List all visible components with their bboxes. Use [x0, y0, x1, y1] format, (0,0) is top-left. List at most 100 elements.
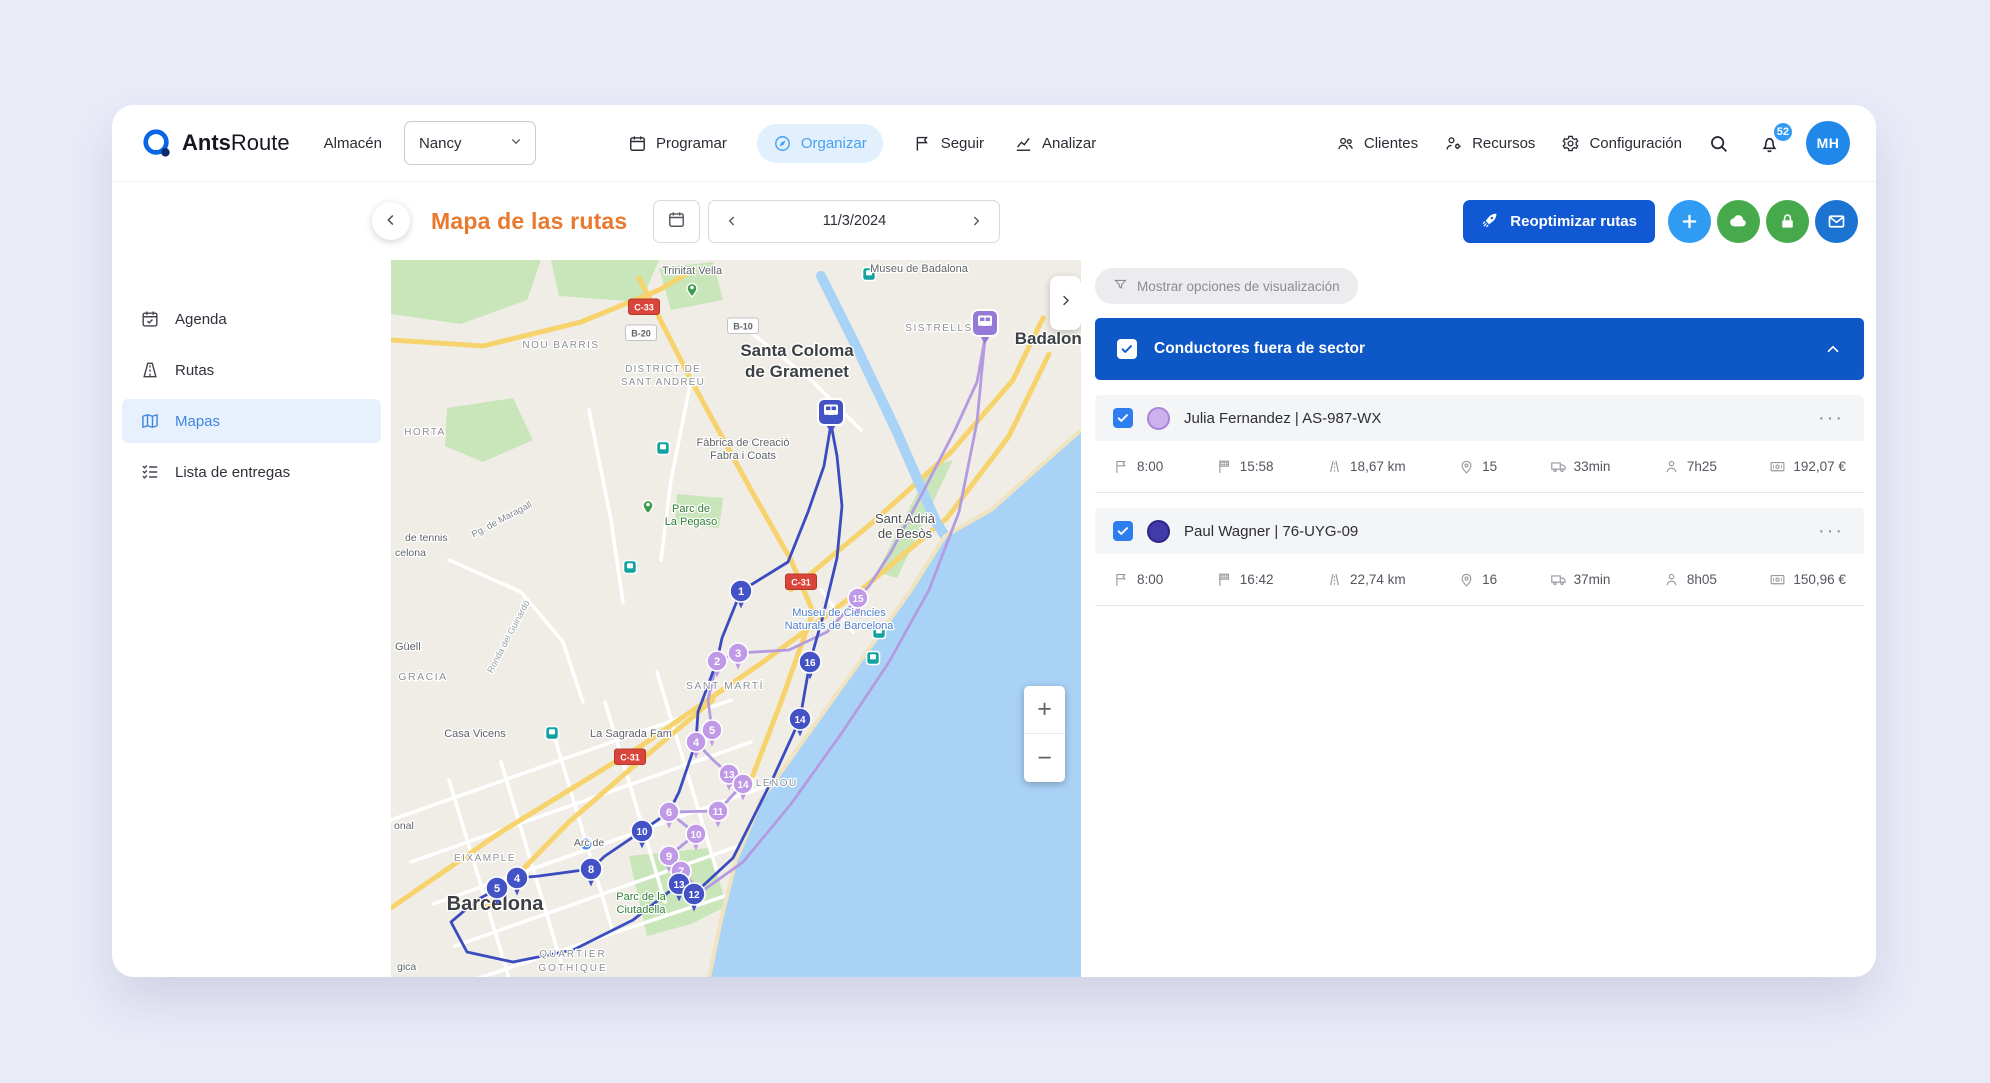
rocket-icon [1481, 210, 1500, 233]
svg-text:9: 9 [666, 851, 672, 863]
stat-truck: 33min [1550, 458, 1610, 475]
stat-cost: 150,96 € [1769, 571, 1846, 588]
nav-item-organizar[interactable]: Organizar [756, 123, 883, 163]
toolbar-actions [1668, 199, 1858, 243]
user-avatar[interactable]: MH [1806, 121, 1850, 165]
warehouse-select[interactable]: Nancy [403, 121, 536, 165]
add-button[interactable] [1668, 199, 1711, 243]
driver-card: Paul Wagner | 76-UYG-09 ··· 8:00 16:42 22,74… [1095, 508, 1864, 606]
transit-station-icon [622, 559, 638, 575]
road-shield: B-20 [625, 324, 657, 341]
nav-item-programar[interactable]: Programar [628, 134, 727, 153]
chevron-right-icon [1058, 293, 1073, 313]
pin-icon [1458, 571, 1475, 588]
zoom-out-button[interactable]: − [1024, 734, 1065, 782]
map-label: celona [395, 547, 426, 559]
more-options-button[interactable]: ··· [1816, 521, 1846, 541]
nav-item-clientes[interactable]: Clientes [1336, 134, 1418, 153]
person-icon [1663, 458, 1680, 475]
map-canvas[interactable]: C-33 B-20 B-10 C-31 C-31 Trinitat Vella Museu … [391, 260, 1081, 977]
stat-person: 7h25 [1663, 458, 1717, 475]
map-label: Parc de la [616, 891, 666, 903]
map-label: Trinitat Vella [662, 265, 723, 277]
person-icon [1663, 571, 1680, 588]
prev-day-button[interactable] [709, 201, 755, 242]
driver-row[interactable]: Paul Wagner | 76-UYG-09 ··· [1095, 508, 1864, 554]
map-label: GRÀCIA [398, 670, 447, 683]
sidebar-item-mapas[interactable]: Mapas [122, 399, 381, 443]
map-label: DISTRICT DE [625, 364, 701, 375]
driver-card: Julia Fernandez | AS-987-WX ··· 8:00 15:58 1… [1095, 395, 1864, 493]
more-options-button[interactable]: ··· [1816, 408, 1846, 428]
svg-text:14: 14 [794, 715, 806, 726]
stat-pin: 16 [1458, 571, 1497, 588]
map-label: Casa Vicens [444, 728, 506, 740]
road-icon [1326, 458, 1343, 475]
lock-button[interactable] [1766, 199, 1809, 243]
display-options-button[interactable]: Mostrar opciones de visualización [1095, 268, 1358, 304]
stat-cost: 192,07 € [1769, 458, 1846, 475]
main-content: Mapa de las rutas 11/3/2024 Reoptimizar … [372, 182, 1876, 977]
finish-icon [1216, 458, 1233, 475]
secondary-nav: Clientes Recursos Configuración [1336, 134, 1682, 153]
nav-item-recursos[interactable]: Recursos [1444, 134, 1535, 153]
chevron-up-icon[interactable] [1824, 340, 1842, 358]
sidebar-item-agenda[interactable]: Agenda [122, 297, 381, 341]
filter-icon [1113, 277, 1128, 295]
svg-text:4: 4 [693, 737, 700, 749]
people-icon [1336, 134, 1355, 153]
routes-panel: Mostrar opciones de visualización Conduc… [1081, 260, 1876, 977]
nav-right: Clientes Recursos Configuración 52 MH [1336, 120, 1850, 165]
app-window: AntsRoute Almacén Nancy Programar Organiz… [112, 105, 1876, 977]
flag-icon [1113, 571, 1130, 588]
road-shield: B-10 [727, 317, 759, 334]
nav-item-configuracion[interactable]: Configuración [1561, 134, 1682, 153]
drivers-section-header[interactable]: Conductores fuera de sector [1095, 318, 1864, 380]
svg-text:10: 10 [690, 830, 702, 841]
map-container[interactable]: C-33 B-20 B-10 C-31 C-31 Trinitat Vella Museu … [391, 260, 1081, 977]
cloud-sync-button[interactable] [1717, 199, 1760, 243]
map-label: Parc de [672, 503, 710, 515]
driver-row[interactable]: Julia Fernandez | AS-987-WX ··· [1095, 395, 1864, 441]
back-button[interactable] [372, 202, 410, 240]
routes-icon [140, 360, 160, 380]
map-label: SANT MARTÍ [686, 679, 764, 692]
calendar-button[interactable] [653, 199, 701, 243]
notifications-button[interactable]: 52 [1755, 120, 1794, 158]
next-day-button[interactable] [953, 201, 999, 242]
sidebar-item-rutas[interactable]: Rutas [122, 348, 381, 392]
warehouse-label: Almacén [323, 134, 382, 152]
stat-finish: 15:58 [1216, 458, 1274, 475]
search-button[interactable] [1704, 129, 1733, 158]
reoptimize-button[interactable]: Reoptimizar rutas [1463, 199, 1655, 243]
map-label: SANT ANDREU [621, 377, 705, 388]
svg-text:C-31: C-31 [620, 753, 640, 763]
chevron-down-icon [507, 132, 525, 154]
compass-icon [773, 134, 792, 153]
truck-icon [1550, 571, 1567, 588]
driver-checkbox[interactable] [1113, 408, 1133, 428]
map-label: Naturals de Barcelona [785, 620, 895, 632]
map-label: HORTA [404, 427, 446, 438]
zoom-control: + − [1024, 686, 1065, 782]
zoom-in-button[interactable]: + [1024, 686, 1065, 734]
pin-icon [1458, 458, 1475, 475]
driver-checkbox[interactable] [1113, 521, 1133, 541]
brand-logo[interactable]: AntsRoute [142, 128, 290, 158]
stat-road: 18,67 km [1326, 458, 1406, 475]
section-checkbox[interactable] [1117, 339, 1137, 359]
stat-flag: 8:00 [1113, 571, 1163, 588]
map-expand-button[interactable] [1050, 276, 1081, 330]
nav-item-seguir[interactable]: Seguir [913, 134, 984, 153]
agenda-icon [140, 309, 160, 329]
transit-station-icon [865, 650, 881, 666]
map-label: Santa Coloma [740, 341, 854, 360]
svg-text:13: 13 [723, 770, 735, 781]
sidebar-item-lista-de-entregas[interactable]: Lista de entregas [122, 450, 381, 494]
map-label: de Besòs [878, 526, 933, 541]
mail-button[interactable] [1815, 199, 1858, 243]
map-label: gica [397, 961, 416, 973]
driver-stats-row: 8:00 16:42 22,74 km 16 37min 8h05 150,96 € [1095, 554, 1864, 606]
nav-item-analizar[interactable]: Analizar [1014, 134, 1096, 153]
flag-icon [1113, 458, 1130, 475]
